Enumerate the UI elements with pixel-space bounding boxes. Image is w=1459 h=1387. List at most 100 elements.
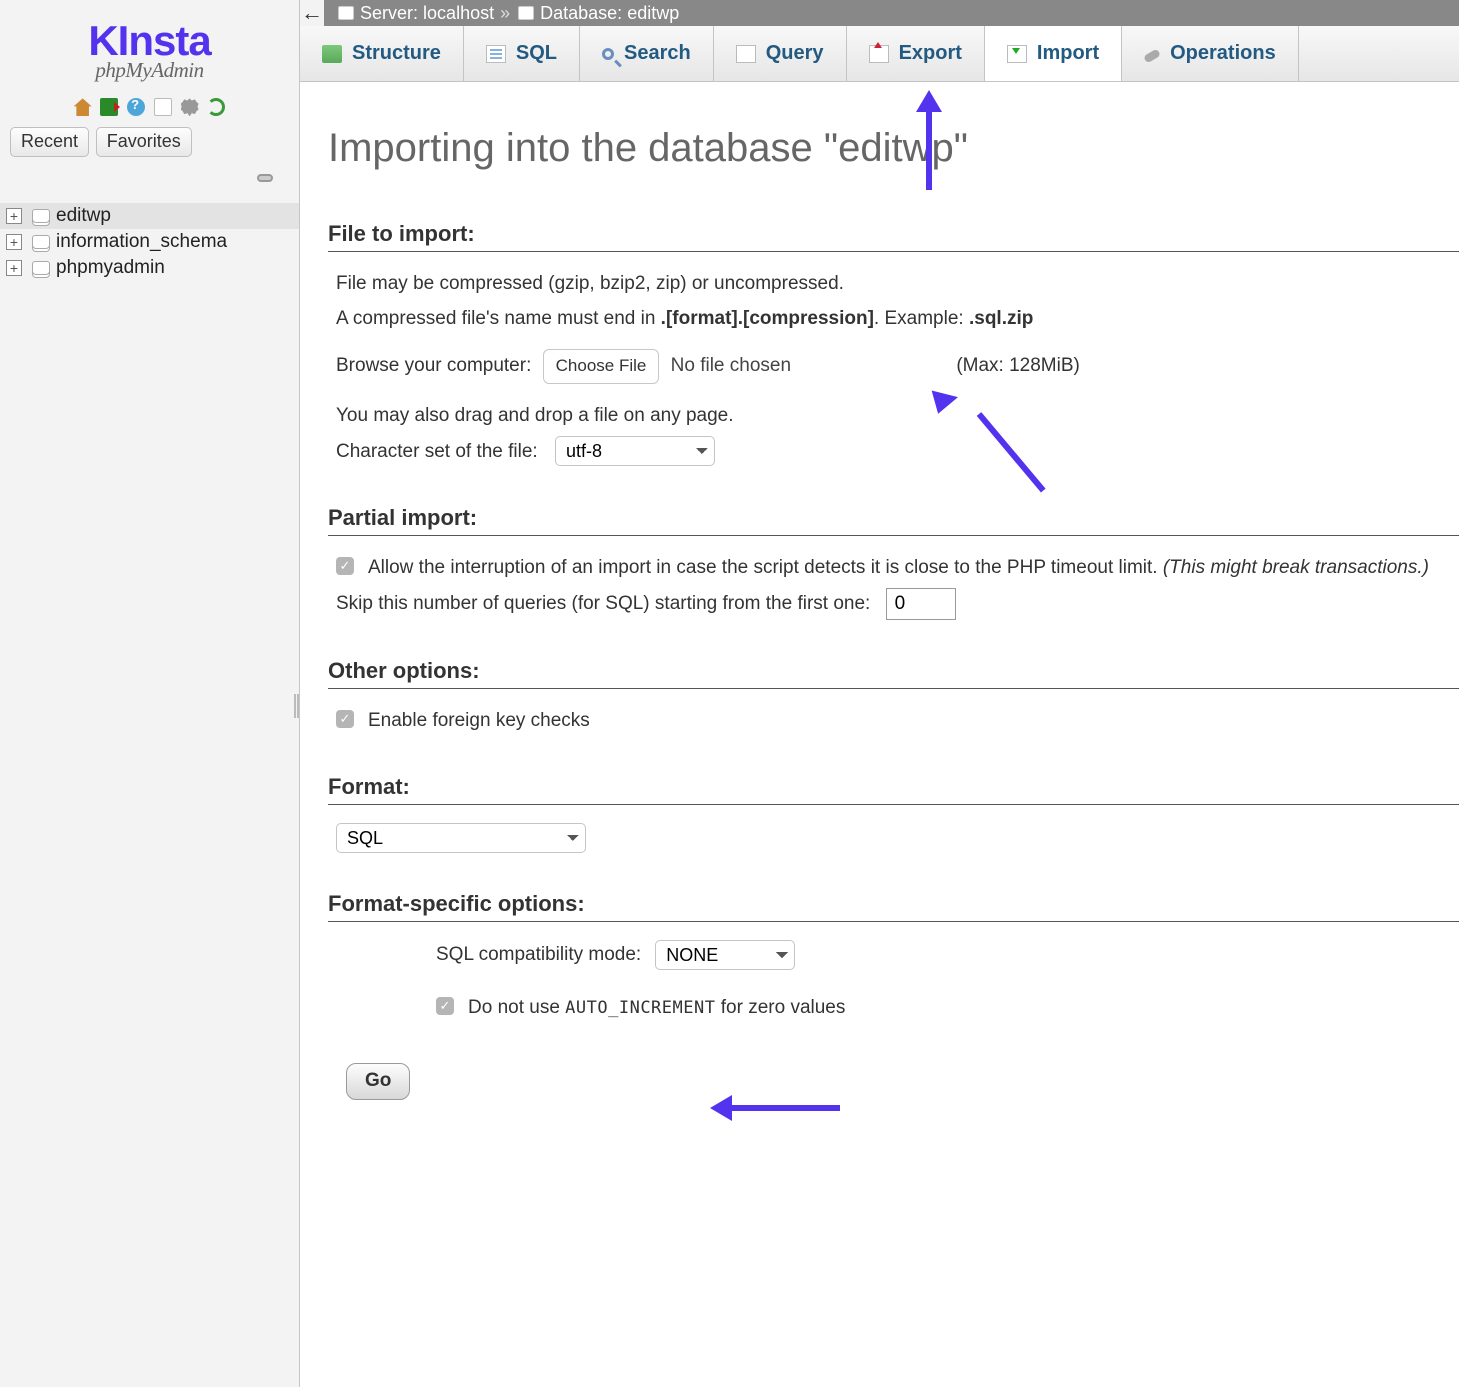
db-row-information_schema[interactable]: +information_schema bbox=[0, 229, 299, 255]
drag-drop-hint: You may also drag and drop a file on any… bbox=[336, 402, 1459, 431]
partial-import-heading: Partial import: bbox=[328, 505, 1459, 536]
skip-queries-row: Skip this number of queries (for SQL) st… bbox=[336, 588, 1459, 620]
format-heading: Format: bbox=[328, 774, 1459, 805]
top-tabs: Structure SQL Search Query Export ImportOpera… bbox=[300, 26, 1459, 82]
browse-row: Browse your computer: Choose File No fil… bbox=[336, 349, 1459, 384]
tab-structure[interactable]: Structure bbox=[300, 26, 464, 81]
db-label: phpmyadmin bbox=[56, 257, 165, 279]
file-hint-2a: A compressed file's name must end in bbox=[336, 308, 661, 329]
phpmyadmin-label: phpMyAdmin bbox=[0, 58, 299, 83]
database-icon bbox=[518, 6, 534, 20]
tab-sql[interactable]: SQL bbox=[464, 26, 580, 81]
choose-file-button[interactable]: Choose File bbox=[543, 349, 660, 384]
file-import-heading: File to import: bbox=[328, 221, 1459, 252]
autoincrement-checkbox[interactable] bbox=[436, 997, 454, 1015]
breadcrumb-server[interactable]: Server: localhost bbox=[360, 3, 494, 24]
allow-interrupt-checkbox[interactable] bbox=[336, 557, 354, 575]
database-icon bbox=[32, 261, 50, 275]
expand-icon[interactable]: + bbox=[6, 260, 22, 276]
settings-icon[interactable] bbox=[181, 98, 199, 116]
collapse-link[interactable] bbox=[0, 167, 299, 187]
db-row-editwp[interactable]: + editwp bbox=[0, 203, 299, 229]
file-hint-2d: .sql.zip bbox=[969, 308, 1033, 329]
allow-interrupt-label: Allow the interruption of an import in c… bbox=[368, 554, 1429, 583]
tab-label: Export bbox=[899, 42, 962, 65]
logo-block: KInsta phpMyAdmin bbox=[0, 0, 299, 83]
no-file-chosen: No file chosen bbox=[671, 355, 791, 376]
sql-icon bbox=[486, 45, 506, 63]
file-hint-2b: .[format].[compression] bbox=[661, 308, 874, 329]
tab-query[interactable]: Query bbox=[714, 26, 847, 81]
logout-icon[interactable] bbox=[100, 98, 118, 116]
database-icon bbox=[32, 235, 50, 249]
skip-queries-input[interactable] bbox=[886, 588, 956, 620]
home-icon[interactable] bbox=[74, 98, 92, 116]
sidebar-toolbar bbox=[0, 97, 299, 117]
breadcrumb-database[interactable]: Database: editwp bbox=[540, 3, 679, 24]
ai-b: for zero values bbox=[715, 997, 845, 1018]
bc-db-label: Database: bbox=[540, 3, 622, 23]
allow-b: (This might break transactions.) bbox=[1163, 557, 1429, 578]
allow-interrupt-row: Allow the interruption of an import in c… bbox=[336, 554, 1459, 583]
other-options-body: Enable foreign key checks bbox=[328, 707, 1459, 736]
bc-db-value: editwp bbox=[627, 3, 679, 23]
database-tree: +editwp+information_schema+phpmyadmin bbox=[0, 203, 299, 281]
page-title: Importing into the database "editwp" bbox=[328, 126, 1459, 171]
reload-icon[interactable] bbox=[207, 98, 225, 116]
tab-export[interactable]: Export bbox=[847, 26, 985, 81]
go-button[interactable]: Go bbox=[346, 1063, 410, 1100]
ai-code: AUTO_INCREMENT bbox=[565, 998, 715, 1018]
recent-tab[interactable]: Recent bbox=[10, 127, 89, 157]
fso-body: SQL compatibility mode: NONE Do not use … bbox=[428, 940, 1459, 1023]
help-icon[interactable] bbox=[127, 98, 145, 116]
charset-select[interactable]: utf-8 bbox=[555, 436, 715, 466]
format-select[interactable]: SQL bbox=[336, 823, 586, 853]
tab-search[interactable]: Search bbox=[580, 26, 714, 81]
max-size-label: (Max: 128MiB) bbox=[956, 355, 1080, 376]
partial-import-body: Allow the interruption of an import in c… bbox=[328, 554, 1459, 621]
file-import-body: File may be compressed (gzip, bzip2, zip… bbox=[328, 270, 1459, 467]
annotation-arrow-go bbox=[710, 1095, 840, 1121]
fso-heading: Format-specific options: bbox=[328, 891, 1459, 922]
tab-import[interactable]: Import bbox=[985, 26, 1122, 81]
allow-a: Allow the interruption of an import in c… bbox=[368, 557, 1163, 578]
breadcrumb-separator: » bbox=[500, 3, 510, 24]
file-hint-2: A compressed file's name must end in .[f… bbox=[336, 305, 1459, 334]
other-options-heading: Other options: bbox=[328, 658, 1459, 689]
expand-icon[interactable]: + bbox=[6, 208, 22, 224]
query-icon bbox=[736, 45, 756, 63]
server-icon bbox=[338, 6, 354, 20]
breadcrumb: ← Server: localhost » Database: editwp bbox=[300, 0, 1459, 26]
favorites-tab[interactable]: Favorites bbox=[96, 127, 192, 157]
compat-label: SQL compatibility mode: bbox=[436, 941, 641, 970]
structure-icon bbox=[322, 45, 342, 63]
brand-logo: KInsta bbox=[0, 22, 299, 60]
search-icon bbox=[602, 48, 614, 60]
sidebar-splitter[interactable] bbox=[293, 0, 300, 1387]
db-label: editwp bbox=[56, 205, 111, 227]
tab-label: Structure bbox=[352, 42, 441, 65]
tab-label: Search bbox=[624, 42, 691, 65]
operations-icon bbox=[1143, 49, 1161, 64]
tab-operations[interactable]: Operations bbox=[1122, 26, 1299, 81]
ai-a: Do not use bbox=[468, 997, 565, 1018]
docs-icon[interactable] bbox=[154, 98, 172, 116]
fk-row: Enable foreign key checks bbox=[336, 707, 1459, 736]
export-icon bbox=[869, 45, 889, 63]
skip-queries-label: Skip this number of queries (for SQL) st… bbox=[336, 593, 870, 614]
database-icon bbox=[32, 209, 50, 223]
back-arrow-icon[interactable]: ← bbox=[300, 0, 324, 26]
sidebar: KInsta phpMyAdmin Recent Favorites + edit… bbox=[0, 0, 300, 1387]
bc-server-value: localhost bbox=[423, 3, 494, 23]
db-row-phpmyadmin[interactable]: + phpmyadmin bbox=[0, 255, 299, 281]
autoincrement-row: Do not use AUTO_INCREMENT for zero value… bbox=[436, 994, 1459, 1023]
recent-favorites-tabs: Recent Favorites bbox=[0, 127, 299, 157]
compat-select[interactable]: NONE bbox=[655, 940, 795, 970]
import-icon bbox=[1007, 45, 1027, 63]
fk-label: Enable foreign key checks bbox=[368, 707, 590, 736]
browse-label: Browse your computer: bbox=[336, 355, 531, 376]
expand-icon[interactable]: + bbox=[6, 234, 22, 250]
autoincrement-label: Do not use AUTO_INCREMENT for zero value… bbox=[468, 994, 845, 1023]
fk-checkbox[interactable] bbox=[336, 710, 354, 728]
link-icon bbox=[257, 174, 273, 182]
